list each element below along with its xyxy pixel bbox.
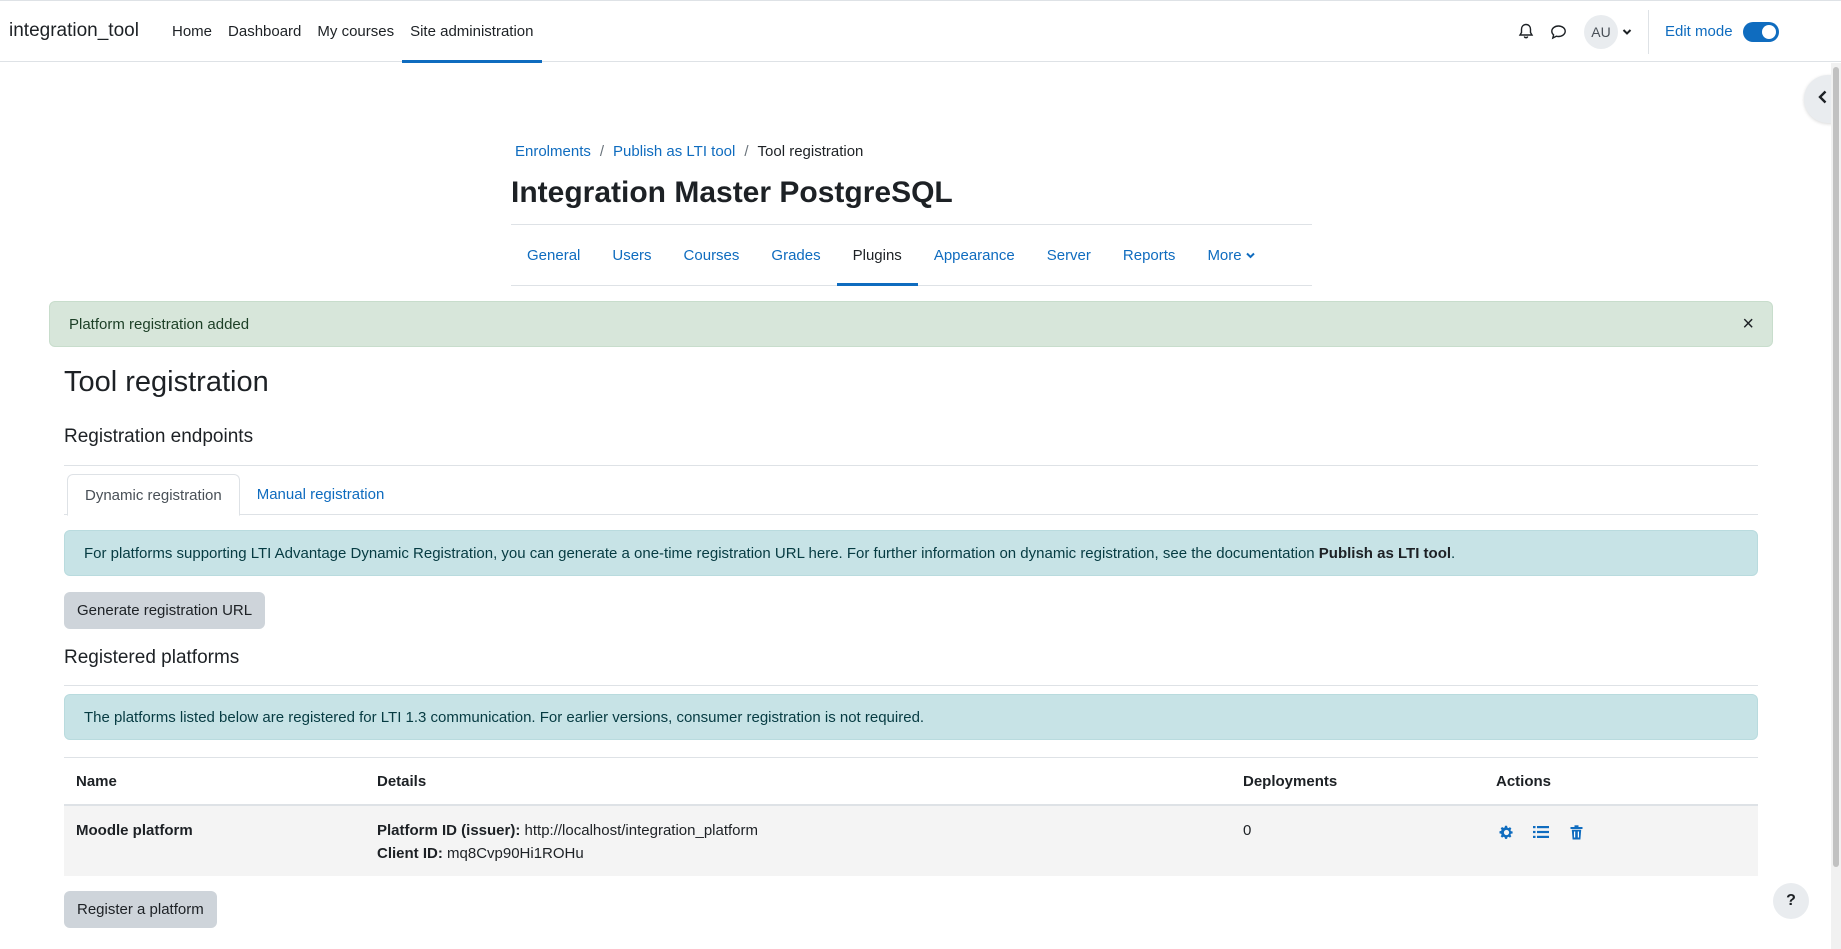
secondary-navigation: General Users Courses Grades Plugins App… xyxy=(511,224,1312,286)
tab-server[interactable]: Server xyxy=(1031,225,1107,285)
scrollbar-thumb[interactable] xyxy=(1833,67,1839,867)
client-id-line: Client ID: mq8Cvp90Hi1ROHu xyxy=(377,842,758,865)
header-name: Name xyxy=(76,773,117,790)
breadcrumb-publish-as-lti-tool[interactable]: Publish as LTI tool xyxy=(613,143,735,160)
platform-id-value: http://localhost/integration_platform xyxy=(524,822,758,839)
primary-navigation: Home Dashboard My courses Site administr… xyxy=(164,1,542,63)
page-scrollbar[interactable] xyxy=(1831,63,1841,949)
nav-home[interactable]: Home xyxy=(164,1,220,62)
nav-dashboard[interactable]: Dashboard xyxy=(220,1,309,62)
deployments-count: 0 xyxy=(1243,822,1252,839)
tab-courses[interactable]: Courses xyxy=(668,225,756,285)
breadcrumb-separator: / xyxy=(744,143,749,160)
user-nav-area: AU Edit mode xyxy=(1510,1,1779,62)
registered-platforms-heading: Registered platforms xyxy=(64,647,240,668)
help-button[interactable]: ? xyxy=(1773,883,1809,919)
registered-platforms-info: The platforms listed below are registere… xyxy=(64,694,1758,740)
nav-my-courses[interactable]: My courses xyxy=(309,1,402,62)
tab-more-label: More xyxy=(1207,246,1242,264)
close-icon[interactable]: × xyxy=(1742,314,1754,334)
documentation-link[interactable]: Publish as LTI tool xyxy=(1319,545,1451,562)
navbar-divider xyxy=(1648,9,1649,54)
trash-icon[interactable] xyxy=(1566,822,1586,842)
gear-icon[interactable] xyxy=(1496,822,1516,842)
tab-manual-registration[interactable]: Manual registration xyxy=(240,474,402,515)
client-id-value: mq8Cvp90Hi1ROHu xyxy=(447,845,584,862)
nav-site-administration[interactable]: Site administration xyxy=(402,1,542,63)
table-header: Name Details Deployments Actions xyxy=(64,757,1758,806)
breadcrumb-enrolments[interactable]: Enrolments xyxy=(515,143,591,160)
tab-reports[interactable]: Reports xyxy=(1107,225,1192,285)
breadcrumb-current: Tool registration xyxy=(757,143,864,160)
platform-details: Platform ID (issuer): http://localhost/i… xyxy=(377,819,758,865)
site-brand[interactable]: integration_tool xyxy=(9,20,139,42)
dynamic-registration-info: For platforms supporting LTI Advantage D… xyxy=(64,530,1758,576)
dynamic-info-end: . xyxy=(1451,544,1456,562)
register-platform-button[interactable]: Register a platform xyxy=(64,891,217,928)
header-actions: Actions xyxy=(1496,773,1552,790)
breadcrumb: Enrolments / Publish as LTI tool / Tool … xyxy=(515,143,863,160)
registration-tabs: Dynamic registration Manual registration xyxy=(64,474,1758,516)
bell-icon[interactable] xyxy=(1510,16,1542,48)
chevron-left-icon xyxy=(1818,90,1828,108)
avatar[interactable]: AU xyxy=(1584,14,1618,49)
platform-id-label: Platform ID (issuer): xyxy=(377,822,521,839)
tab-grades[interactable]: Grades xyxy=(755,225,836,285)
edit-mode-toggle[interactable] xyxy=(1742,21,1779,42)
registration-endpoints-heading: Registration endpoints xyxy=(64,426,254,447)
row-actions xyxy=(1496,822,1586,842)
edit-mode-label: Edit mode xyxy=(1665,23,1733,40)
header-deployments: Deployments xyxy=(1243,773,1338,790)
success-alert: Platform registration added × xyxy=(49,301,1773,347)
success-alert-message: Platform registration added xyxy=(69,315,250,333)
top-navbar: integration_tool Home Dashboard My cours… xyxy=(0,0,1841,63)
divider xyxy=(64,685,1758,686)
table-row: Moodle platform Platform ID (issuer): ht… xyxy=(64,806,1758,876)
dynamic-info-text: For platforms supporting LTI Advantage D… xyxy=(84,545,1455,562)
tab-more[interactable]: More xyxy=(1191,225,1270,285)
platforms-table: Name Details Deployments Actions Moodle … xyxy=(64,757,1758,876)
chevron-down-icon[interactable] xyxy=(1622,23,1632,40)
tab-users[interactable]: Users xyxy=(596,225,667,285)
page-title: Integration Master PostgreSQL xyxy=(511,176,953,209)
tab-plugins[interactable]: Plugins xyxy=(836,225,919,286)
tab-appearance[interactable]: Appearance xyxy=(918,225,1031,285)
tab-dynamic-registration[interactable]: Dynamic registration xyxy=(67,474,240,516)
breadcrumb-separator: / xyxy=(599,143,605,160)
tab-general[interactable]: General xyxy=(511,225,596,285)
registered-info-text: The platforms listed below are registere… xyxy=(84,708,925,726)
messages-icon[interactable] xyxy=(1542,16,1574,48)
header-details: Details xyxy=(377,773,427,790)
chevron-down-icon xyxy=(1245,252,1255,259)
generate-registration-url-button[interactable]: Generate registration URL xyxy=(64,592,266,629)
platform-name: Moodle platform xyxy=(76,822,193,839)
divider xyxy=(64,465,1758,466)
edit-mode-switch[interactable]: Edit mode xyxy=(1665,21,1779,42)
platform-id-line: Platform ID (issuer): http://localhost/i… xyxy=(377,819,758,842)
dynamic-info-body: For platforms supporting LTI Advantage D… xyxy=(84,544,1319,562)
main-title: Tool registration xyxy=(64,366,269,398)
client-id-label: Client ID: xyxy=(377,845,443,862)
list-icon[interactable] xyxy=(1531,822,1551,842)
